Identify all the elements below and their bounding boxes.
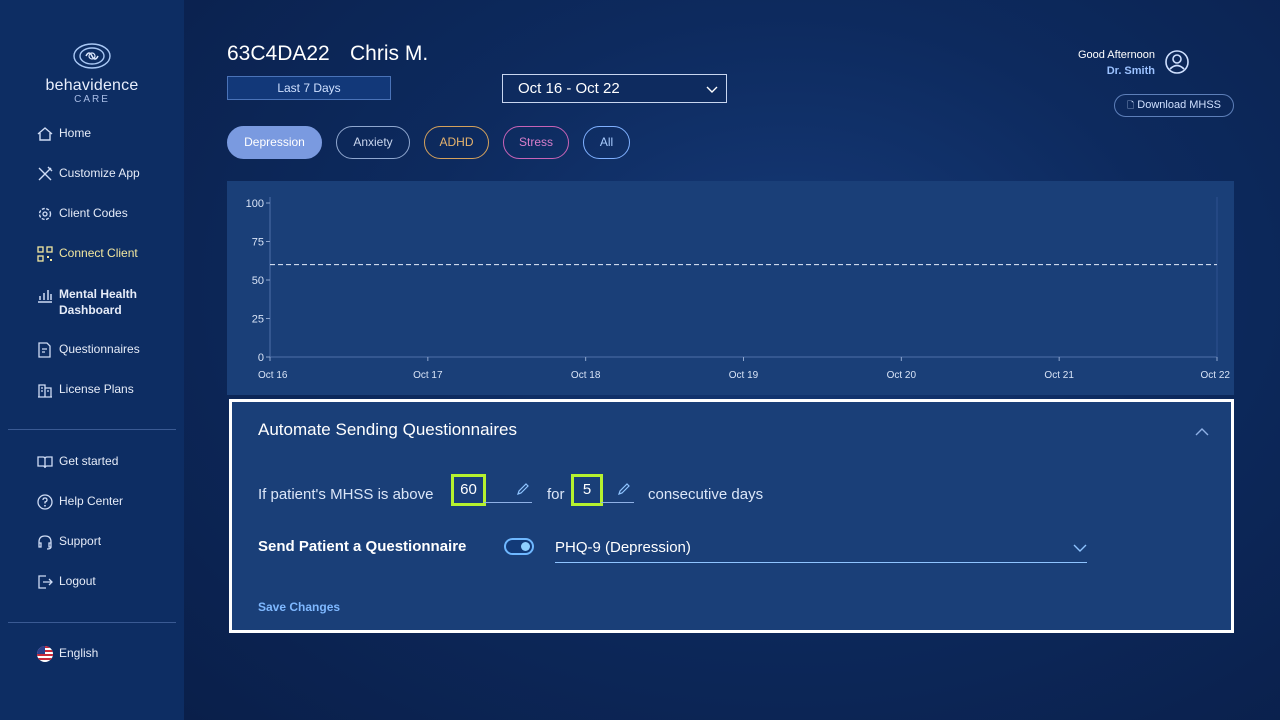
sidebar-item-label: Client Codes [59,206,128,220]
y-tick-label: 50 [252,275,264,287]
sidebar-item-logout[interactable]: Logout [36,573,96,591]
us-flag-icon [37,646,53,662]
client-name: Chris M. [350,42,429,65]
sidebar-item-label: Customize App [59,166,140,180]
sidebar-item-label: Questionnaires [59,342,140,356]
language-selector[interactable]: English [36,645,98,663]
headset-icon [38,535,52,550]
x-tick-label: Oct 18 [571,370,601,381]
client-id: 63C4DA22 [227,42,330,65]
brand-sub: CARE [74,94,110,105]
automate-title: Automate Sending Questionnaires [258,420,517,439]
tools-icon [38,166,53,181]
sidebar-item-questionnaires[interactable]: Questionnaires [36,341,140,359]
x-tick-label: Oct 16 [258,370,288,381]
chevron-up-icon[interactable] [1195,427,1209,437]
days-input[interactable]: 5 [571,474,603,506]
download-mhss-label: Download MHSS [1137,99,1222,111]
sidebar-item-label: License Plans [59,382,134,396]
filter-adhd[interactable]: ADHD [424,126,489,159]
send-questionnaire-toggle[interactable] [504,538,534,555]
sidebar-item-label: Mental Health Dashboard [59,287,138,317]
pencil-icon[interactable] [617,482,631,496]
filter-stress[interactable]: Stress [503,126,569,159]
x-tick-label: Oct 19 [729,370,759,381]
mhss-chart-svg: 0 25 50 75 100 Oct 16 Oct 17 Oct 18 Oct 19 Oct 20… [246,197,1231,381]
questionnaire-value: PHQ-9 (Depression) [555,539,691,556]
sidebar-item-mental-health-dashboard[interactable]: Mental Health Dashboard [36,286,146,318]
chevron-down-icon [1073,544,1087,552]
greeting-text: Good Afternoon [1077,49,1155,61]
sidebar-item-home[interactable]: Home [36,125,91,143]
filter-depression[interactable]: Depression [227,126,322,159]
y-tick-label: 0 [258,352,264,364]
x-tick-label: Oct 22 [1201,370,1231,381]
filter-all[interactable]: All [583,126,630,159]
file-icon: 🗋 [1126,100,1135,110]
sidebar-item-customize-app[interactable]: Customize App [36,165,140,183]
pencil-icon[interactable] [516,482,530,496]
sidebar-item-label: Get started [59,454,119,468]
y-tick-label: 25 [252,314,264,326]
language-label: English [59,646,99,660]
sidebar-item-label: Support [59,534,102,548]
sidebar-item-get-started[interactable]: Get started [36,453,118,471]
sidebar-item-label: Home [59,126,92,140]
date-range-value: Oct 16 - Oct 22 [518,80,620,97]
sidebar-item-label: Connect Client [59,246,138,260]
book-icon [37,456,53,469]
qr-icon [37,246,53,262]
sidebar-item-support[interactable]: Support [36,533,101,551]
main-content: 63C4DA22 Chris M. Last 7 Days Oct 16 - O… [184,0,1280,720]
filter-anxiety[interactable]: Anxiety [336,126,410,159]
sidebar-item-connect-client[interactable]: Connect Client [36,245,138,263]
edit-document-icon [38,342,51,358]
download-mhss-button[interactable]: 🗋 Download MHSS [1114,94,1234,117]
automate-panel: Automate Sending Questionnaires If patie… [229,399,1234,633]
logout-icon [38,575,53,589]
toggle-knob [521,542,530,551]
sidebar: behavidence CARE Home Customize App Clie… [0,0,184,720]
x-tick-label: Oct 20 [887,370,917,381]
x-tick-label: Oct 21 [1044,370,1074,381]
sidebar-divider [8,429,176,430]
sidebar-item-help-center[interactable]: Help Center [36,493,123,511]
greeting: Good Afternoon Dr. Smith [1078,47,1155,79]
y-tick-label: 100 [246,198,264,210]
brain-logo-icon [73,43,111,69]
questionnaire-select[interactable]: PHQ-9 (Depression) [555,535,1087,563]
bar-chart-icon [38,290,52,303]
home-icon [37,127,53,141]
y-tick-label: 75 [252,237,264,249]
threshold-input[interactable]: 60 [451,474,486,506]
brand-name: behavidence [45,77,139,94]
rule-suffix: consecutive days [648,486,764,503]
building-icon [38,384,52,398]
last-7-days-button[interactable]: Last 7 Days [227,76,391,100]
days-underline [601,502,634,503]
rule-prefix: If patient's MHSS is above [258,486,434,503]
chevron-down-icon [706,86,718,93]
sidebar-item-client-codes[interactable]: Client Codes [36,205,128,223]
help-icon [37,494,53,510]
brand-logo[interactable]: behavidence CARE [0,42,184,105]
send-questionnaire-label: Send Patient a Questionnaire [258,538,467,555]
sidebar-item-label: Logout [59,574,96,588]
sidebar-divider [8,622,176,623]
save-changes-button[interactable]: Save Changes [258,600,340,614]
date-range-select[interactable]: Oct 16 - Oct 22 [502,74,727,103]
sidebar-item-license-plans[interactable]: License Plans [36,381,134,399]
sidebar-item-label: Help Center [59,494,124,508]
user-avatar-icon[interactable] [1164,49,1190,75]
rule-for: for [547,486,565,503]
gear-icon [38,207,52,221]
user-name: Dr. Smith [1106,65,1155,77]
mhss-chart: 0 25 50 75 100 Oct 16 Oct 17 Oct 18 Oct 19 Oct 20… [227,181,1234,395]
x-tick-label: Oct 17 [413,370,443,381]
threshold-underline [484,502,532,503]
